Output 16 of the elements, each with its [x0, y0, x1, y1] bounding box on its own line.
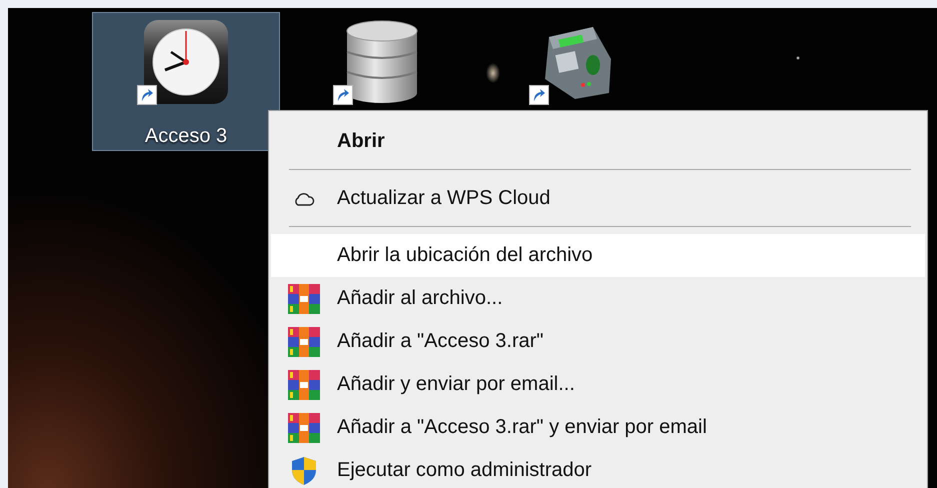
menu-item[interactable]: Añadir al archivo... [271, 277, 925, 320]
archive-books-icon [288, 326, 320, 356]
clock-icon [143, 19, 229, 105]
cloud-icon [293, 190, 315, 206]
archive-books-icon [288, 284, 320, 314]
archive-books-icon [288, 412, 320, 442]
shortcut-label: Acceso 3 [144, 125, 228, 148]
menu-item[interactable]: Añadir a "Acceso 3.rar" y enviar por email [271, 406, 925, 449]
shield-icon [291, 456, 317, 486]
archive-books-icon [288, 370, 320, 400]
menu-item[interactable]: Actualizar a WPS Cloud [271, 177, 925, 220]
menu-item[interactable]: Añadir a "Acceso 3.rar" [271, 320, 925, 363]
menu-item[interactable]: Ejecutar como administrador [271, 449, 925, 488]
menu-item[interactable]: Añadir y enviar por email... [271, 363, 925, 406]
desktop-shortcut[interactable]: Acceso 3 [92, 12, 280, 151]
menu-item[interactable]: Abrir la ubicación del archivo [271, 234, 925, 277]
